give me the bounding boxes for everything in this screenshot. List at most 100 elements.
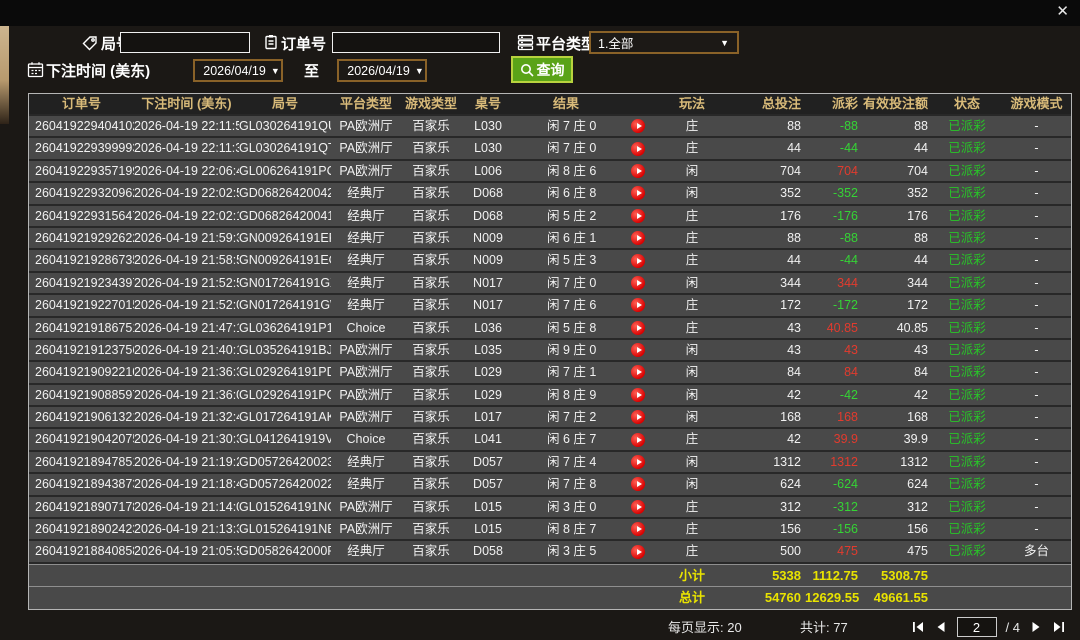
- cell-payout: -88: [805, 116, 860, 136]
- play-replay-icon[interactable]: [631, 433, 645, 447]
- cell-table_no: D058: [461, 541, 515, 561]
- cell-payout: 344: [805, 273, 860, 293]
- play-replay-icon[interactable]: [631, 500, 645, 514]
- play-replay-icon[interactable]: [631, 365, 645, 379]
- search-button[interactable]: 查询: [511, 56, 573, 83]
- cell-round_no: GL0412641919V: [239, 429, 331, 449]
- titlebar: ✕: [0, 0, 1080, 26]
- cell-result: 闲 7 庄 8: [515, 474, 657, 494]
- cell-total_bet: 704: [727, 161, 805, 181]
- play-replay-icon[interactable]: [631, 545, 645, 559]
- date-to-value: 2026/04/19: [340, 64, 410, 78]
- filter-panel: 局号 订单号 平台类型 1.全部 ▼: [0, 26, 1080, 92]
- cell-round_no: GL015264191NB: [239, 519, 331, 539]
- cell-platform: PA欧洲厅: [331, 340, 401, 360]
- date-from-select[interactable]: 2026/04/19 ▼: [193, 59, 283, 82]
- play-replay-icon[interactable]: [631, 119, 645, 133]
- cell-payout: -42: [805, 385, 860, 405]
- table-row: 2604192191237562026-04-19 21:40:10GL0352…: [29, 340, 1071, 362]
- cell-valid_bet: 172: [860, 295, 932, 315]
- cell-payout: -156: [805, 519, 860, 539]
- cell-round_no: GD0582642000R: [239, 541, 331, 561]
- cell-result: 闲 5 庄 3: [515, 250, 657, 270]
- cell-bet_time: 2026-04-19 21:59:38: [134, 228, 239, 248]
- cell-valid_bet: 344: [860, 273, 932, 293]
- cell-payout: 40.85: [805, 318, 860, 338]
- order-number-input[interactable]: [332, 32, 500, 53]
- next-page-icon[interactable]: [1029, 620, 1043, 634]
- cell-status: 已派彩: [932, 385, 1002, 405]
- cell-status: 已派彩: [932, 362, 1002, 382]
- subtotal-row: 小计 5338 1112.75 5308.75: [29, 564, 1071, 587]
- cell-status: 已派彩: [932, 295, 1002, 315]
- cell-result: 闲 3 庄 5: [515, 541, 657, 561]
- cell-table_no: N017: [461, 273, 515, 293]
- first-page-icon[interactable]: [911, 620, 925, 634]
- round-number-input[interactable]: [120, 32, 250, 53]
- play-replay-icon[interactable]: [631, 231, 645, 245]
- cell-play: 闲: [657, 474, 727, 494]
- cell-game_mode: -: [1002, 138, 1071, 158]
- play-replay-icon[interactable]: [631, 522, 645, 536]
- cell-valid_bet: 1312: [860, 452, 932, 472]
- platform-type-select[interactable]: 1.全部 ▼: [589, 31, 739, 54]
- cell-order_no: 260419219042075: [29, 429, 134, 449]
- cell-bet_time: 2026-04-19 21:32:46: [134, 407, 239, 427]
- play-replay-icon[interactable]: [631, 298, 645, 312]
- cell-play: 庄: [657, 228, 727, 248]
- table-row: 2604192189478512026-04-19 21:19:20GD0572…: [29, 452, 1071, 474]
- subtotal-payout: 1112.75: [805, 565, 860, 586]
- play-replay-icon[interactable]: [631, 410, 645, 424]
- cell-bet_time: 2026-04-19 21:13:34: [134, 519, 239, 539]
- play-replay-icon[interactable]: [631, 254, 645, 268]
- cell-table_no: N009: [461, 228, 515, 248]
- play-replay-icon[interactable]: [631, 477, 645, 491]
- cell-valid_bet: 44: [860, 138, 932, 158]
- play-replay-icon[interactable]: [631, 343, 645, 357]
- cell-bet_time: 2026-04-19 21:47:18: [134, 318, 239, 338]
- play-replay-icon[interactable]: [631, 186, 645, 200]
- close-icon[interactable]: ✕: [1056, 3, 1069, 21]
- cell-total_bet: 176: [727, 206, 805, 226]
- platform-type-value: 1.全部: [591, 33, 633, 52]
- cell-status: 已派彩: [932, 340, 1002, 360]
- order-number-label: 订单号: [281, 33, 326, 54]
- play-replay-icon[interactable]: [631, 388, 645, 402]
- play-replay-icon[interactable]: [631, 455, 645, 469]
- play-replay-icon[interactable]: [631, 164, 645, 178]
- chevron-down-icon: ▼: [415, 66, 424, 76]
- cell-game_mode: -: [1002, 340, 1071, 360]
- cell-order_no: 260419218943873: [29, 474, 134, 494]
- cell-play: 庄: [657, 429, 727, 449]
- play-replay-icon[interactable]: [631, 276, 645, 290]
- play-replay-icon[interactable]: [631, 321, 645, 335]
- table-row: 2604192293571992026-04-19 22:06:45GL0062…: [29, 161, 1071, 183]
- cell-result: 闲 9 庄 0: [515, 340, 657, 360]
- play-replay-icon[interactable]: [631, 209, 645, 223]
- cell-play: 闲: [657, 340, 727, 360]
- cell-game_mode: -: [1002, 474, 1071, 494]
- cell-payout: -352: [805, 183, 860, 203]
- bet-history-screen: ✕ 局号 订单号 平台类型 1.全部 ▼: [0, 0, 1080, 640]
- grand-total-label: 总计: [657, 587, 727, 608]
- cell-game_mode: -: [1002, 161, 1071, 181]
- cell-total_bet: 344: [727, 273, 805, 293]
- page-number-input[interactable]: 2: [957, 617, 997, 637]
- cell-round_no: GL015264191NC: [239, 497, 331, 517]
- last-page-icon[interactable]: [1052, 620, 1066, 634]
- cell-game_mode: -: [1002, 250, 1071, 270]
- cell-bet_time: 2026-04-19 22:11:30: [134, 138, 239, 158]
- date-to-select[interactable]: 2026/04/19 ▼: [337, 59, 427, 82]
- cell-game_mode: -: [1002, 452, 1071, 472]
- cell-table_no: L006: [461, 161, 515, 181]
- prev-page-icon[interactable]: [934, 620, 948, 634]
- cell-payout: -88: [805, 228, 860, 248]
- cell-payout: 43: [805, 340, 860, 360]
- cell-game_type: 百家乐: [401, 250, 461, 270]
- cell-play: 庄: [657, 541, 727, 561]
- play-replay-icon[interactable]: [631, 142, 645, 156]
- cell-total_bet: 88: [727, 228, 805, 248]
- table-header: 订单号下注时间 (美东)局号平台类型游戏类型桌号结果玩法总投注派彩有效投注额状态…: [29, 94, 1071, 116]
- table-row: 2604192191867512026-04-19 21:47:18GL0362…: [29, 318, 1071, 340]
- cell-bet_time: 2026-04-19 21:58:58: [134, 250, 239, 270]
